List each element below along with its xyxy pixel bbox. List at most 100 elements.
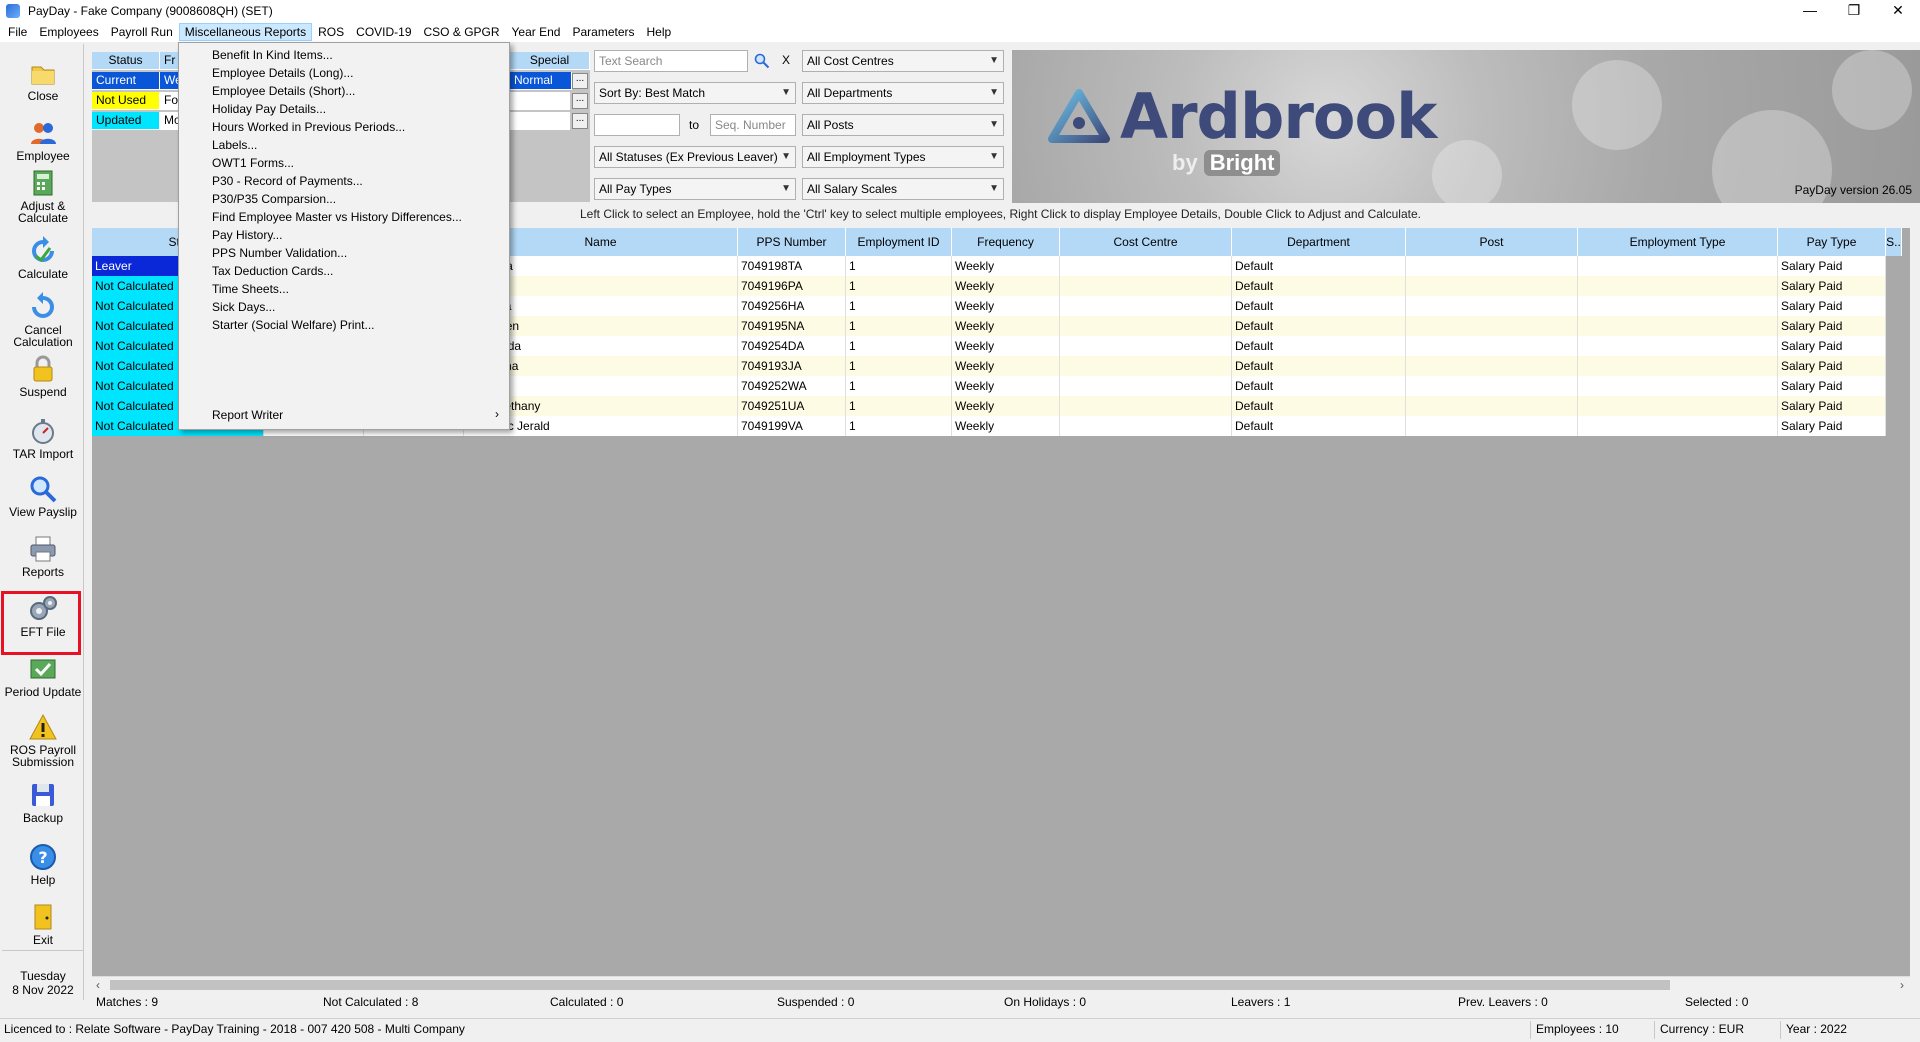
close-button[interactable]: Close — [2, 58, 84, 102]
menu-item[interactable]: OWT1 Forms... — [212, 155, 294, 171]
menu-year-end[interactable]: Year End — [506, 23, 567, 41]
partner-name: Bright — [1203, 150, 1281, 176]
help-button[interactable]: ? Help — [2, 842, 84, 886]
ellipsis-button[interactable]: ... — [572, 73, 588, 89]
menu-miscellaneous-reports[interactable]: Miscellaneous Reports — [178, 23, 313, 41]
pay-types-select[interactable]: All Pay Types ▼ — [594, 178, 796, 200]
menu-item[interactable]: Employee Details (Short)... — [212, 83, 355, 99]
window-title: PayDay - Fake Company (9008608QH) (SET) — [28, 4, 273, 18]
sort-select-value: Sort By: Best Match — [599, 86, 706, 100]
statuses-select[interactable]: All Statuses (Ex Previous Leaver) ▼ — [594, 146, 796, 168]
table-cell-emp-id: 1 — [846, 416, 952, 436]
menu-item[interactable]: Hours Worked in Previous Periods... — [212, 119, 405, 135]
column-header-pay-type[interactable]: Pay Type — [1778, 228, 1886, 256]
horizontal-scrollbar[interactable]: ‹ › — [92, 976, 1910, 992]
column-header-employment-type[interactable]: Employment Type — [1578, 228, 1778, 256]
chevron-down-icon: ▼ — [781, 87, 791, 98]
menu-item[interactable]: P30/P35 Comparsion... — [212, 191, 336, 207]
menu-help[interactable]: Help — [641, 23, 678, 41]
ros-payroll-submission-button[interactable]: ROS Payroll Submission — [2, 712, 84, 768]
departments-select[interactable]: All Departments ▼ — [802, 82, 1004, 104]
scroll-right-icon[interactable]: › — [1900, 977, 1904, 993]
menu-payroll-run[interactable]: Payroll Run — [105, 23, 179, 41]
menu-item[interactable]: PPS Number Validation... — [212, 245, 347, 261]
employment-types-select[interactable]: All Employment Types ▼ — [802, 146, 1004, 168]
table-cell-etype — [1578, 396, 1778, 416]
chevron-down-icon: ▼ — [989, 151, 999, 162]
seq-from-input[interactable] — [594, 114, 680, 136]
column-header-cost-centre[interactable]: Cost Centre — [1060, 228, 1232, 256]
column-header-department[interactable]: Department — [1232, 228, 1406, 256]
menu-item[interactable]: Starter (Social Welfare) Print... — [212, 317, 375, 333]
view-payslip-button[interactable]: View Payslip — [2, 474, 84, 518]
calculate-button[interactable]: Calculate — [2, 236, 84, 280]
adjust-calculate-button[interactable]: Adjust & Calculate — [2, 168, 84, 224]
status-row-updated[interactable]: Updated Mo — [92, 112, 181, 130]
menu-item[interactable]: Holiday Pay Details... — [212, 101, 326, 117]
scroll-left-icon[interactable]: ‹ — [96, 977, 100, 993]
calculator-icon — [33, 170, 53, 196]
menu-item[interactable]: Labels... — [212, 137, 257, 153]
restore-button[interactable]: ❐ — [1832, 0, 1876, 22]
table-cell-emp-id: 1 — [846, 316, 952, 336]
column-header-employment-id[interactable]: Employment ID — [846, 228, 952, 256]
table-cell-post — [1406, 356, 1578, 376]
scrollbar-thumb[interactable] — [110, 980, 1670, 990]
chevron-down-icon: ▼ — [781, 151, 791, 162]
menu-item[interactable]: Tax Deduction Cards... — [212, 263, 333, 279]
seq-number-input[interactable]: Seq. Number — [710, 114, 796, 136]
table-cell-emp-id: 1 — [846, 276, 952, 296]
ellipsis-button[interactable]: ... — [572, 93, 588, 109]
exit-button[interactable]: Exit — [2, 902, 84, 946]
menu-covid-19[interactable]: COVID-19 — [350, 23, 417, 41]
period-update-button[interactable]: Period Update — [2, 654, 84, 698]
backup-button[interactable]: Backup — [2, 780, 84, 824]
menu-parameters[interactable]: Parameters — [566, 23, 640, 41]
table-cell-ptype: Salary Paid — [1778, 396, 1886, 416]
date-value: 8 Nov 2022 — [12, 983, 74, 997]
menu-ros[interactable]: ROS — [312, 23, 350, 41]
column-header-s[interactable]: S.. — [1886, 228, 1902, 256]
table-cell-dept: Default — [1232, 416, 1406, 436]
table-cell-etype — [1578, 376, 1778, 396]
menu-item[interactable]: Find Employee Master vs History Differen… — [212, 209, 462, 225]
cost-centres-select[interactable]: All Cost Centres ▼ — [802, 50, 1004, 72]
menu-cso-gpgr[interactable]: CSO & GPGR — [418, 23, 506, 41]
cancel-calculation-button[interactable]: Cancel Calculation — [2, 292, 84, 348]
special-row-blank-1 — [510, 92, 570, 110]
search-icon[interactable] — [754, 53, 770, 69]
clear-search-button[interactable]: X — [782, 53, 790, 67]
tar-import-button[interactable]: TAR Import — [2, 416, 84, 460]
menu-item[interactable]: Time Sheets... — [212, 281, 289, 297]
menu-item[interactable]: Sick Days... — [212, 299, 275, 315]
menu-file[interactable]: File — [2, 23, 33, 41]
status-header: Status — [92, 52, 160, 70]
column-header-pps[interactable]: PPS Number — [738, 228, 846, 256]
table-cell-etype — [1578, 416, 1778, 436]
close-window-button[interactable]: ✕ — [1876, 0, 1920, 22]
menu-item[interactable]: Benefit In Kind Items... — [212, 47, 333, 63]
menu-item[interactable]: P30 - Record of Payments... — [212, 173, 363, 189]
menu-item[interactable]: Employee Details (Long)... — [212, 65, 353, 81]
status-row-current[interactable]: Current We — [92, 72, 182, 90]
column-header-frequency[interactable]: Frequency — [952, 228, 1060, 256]
status-not-used: Not Used — [92, 92, 160, 110]
reports-button[interactable]: Reports — [2, 534, 84, 578]
menu-employees[interactable]: Employees — [33, 23, 104, 41]
text-search-input[interactable]: Text Search — [594, 50, 748, 72]
menu-item[interactable]: Pay History... — [212, 227, 282, 243]
table-cell-freq: Weekly — [952, 356, 1060, 376]
column-header-post[interactable]: Post — [1406, 228, 1578, 256]
ellipsis-button[interactable]: ... — [572, 113, 588, 129]
special-row-current[interactable]: Normal — [510, 72, 572, 90]
table-cell-emp-id: 1 — [846, 336, 952, 356]
suspend-button[interactable]: Suspend — [2, 354, 84, 398]
posts-select[interactable]: All Posts ▼ — [802, 114, 1004, 136]
employee-button[interactable]: Employee — [2, 118, 84, 162]
menu-item-report-writer[interactable]: Report Writer — [212, 407, 283, 423]
summary-stats: Matches : 9 Not Calculated : 8 Calculate… — [92, 994, 1910, 1010]
minimize-button[interactable]: — — [1788, 0, 1832, 22]
salary-scales-select[interactable]: All Salary Scales ▼ — [802, 178, 1004, 200]
status-row-not-used[interactable]: Not Used Fo — [92, 92, 180, 110]
sort-select[interactable]: Sort By: Best Match ▼ — [594, 82, 796, 104]
